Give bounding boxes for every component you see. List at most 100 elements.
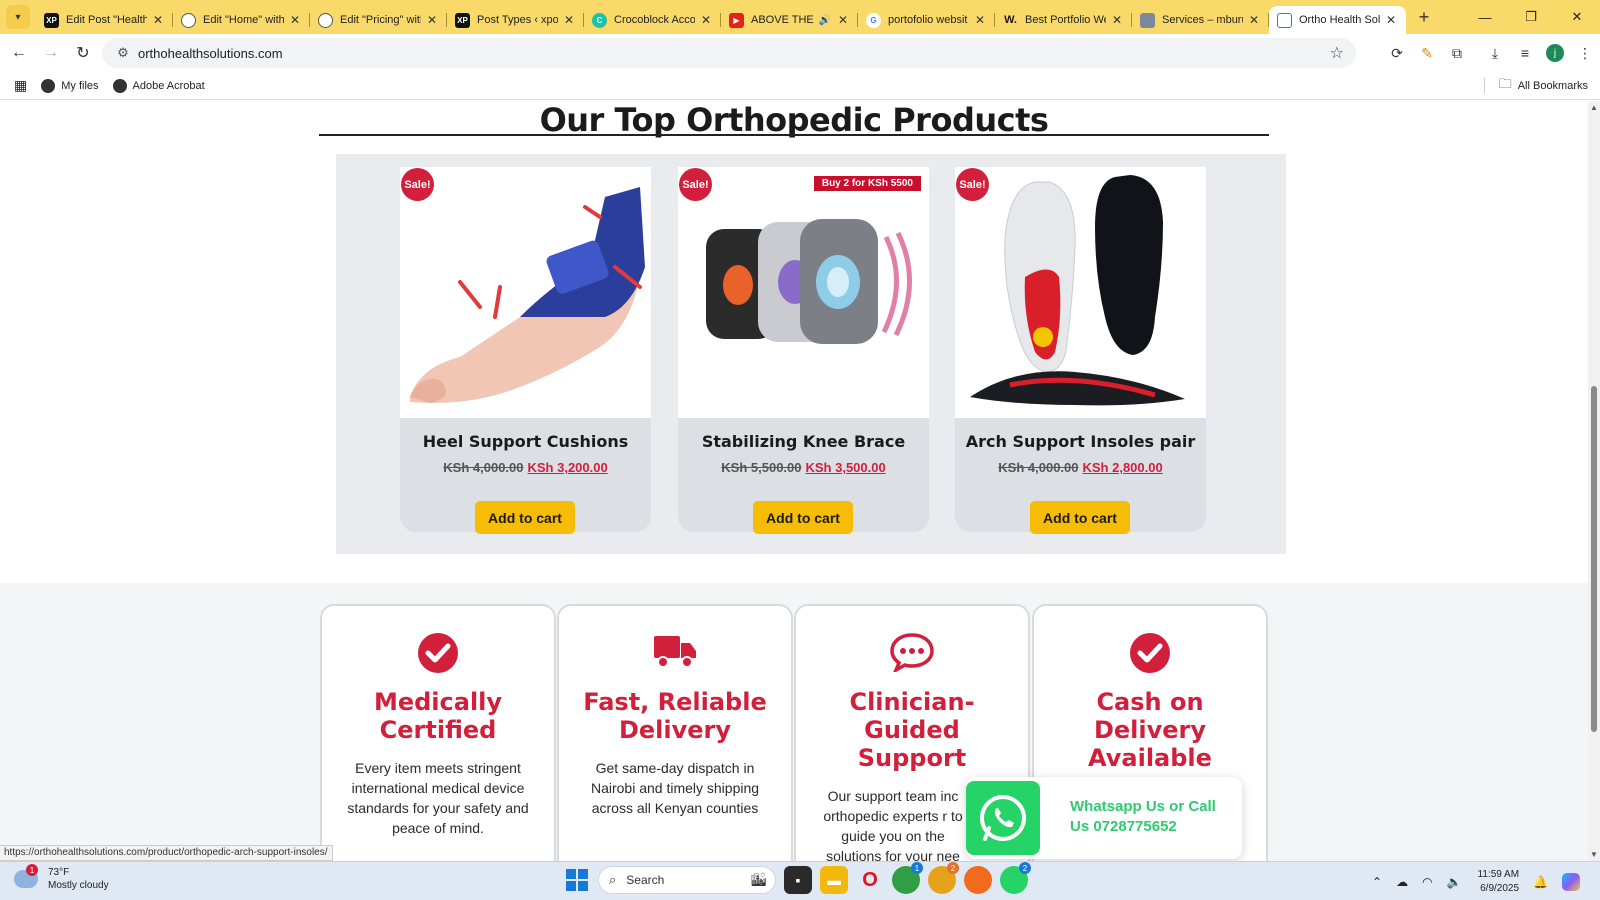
tab-4[interactable]: C Crocoblock Accou ✕ — [584, 6, 721, 34]
scroll-down-icon[interactable]: ▼ — [1590, 850, 1598, 859]
page-scrollbar[interactable]: ▲ ▼ — [1588, 101, 1600, 861]
feature-card-certified: Medically Certified Every item meets str… — [320, 604, 556, 861]
close-icon[interactable]: ✕ — [562, 13, 576, 27]
close-icon[interactable]: ✕ — [1384, 13, 1398, 27]
product-name[interactable]: Arch Support Insoles pair — [955, 432, 1206, 451]
reload-icon[interactable]: ↻ — [68, 38, 98, 68]
close-icon[interactable]: ✕ — [425, 13, 439, 27]
tab-3[interactable]: XP Post Types ‹ xport ✕ — [447, 6, 584, 34]
task-view-icon[interactable]: ▪ — [784, 866, 812, 894]
add-to-cart-button[interactable]: Add to cart — [753, 501, 853, 534]
bookmark-adobe-acrobat[interactable]: Adobe Acrobat — [112, 78, 205, 93]
chevron-up-icon[interactable]: ⌃ — [1372, 875, 1382, 889]
product-image-heel-cushion[interactable] — [400, 167, 651, 418]
bookmark-star-icon[interactable]: ☆ — [1330, 43, 1344, 63]
close-icon[interactable]: ✕ — [151, 13, 165, 27]
back-icon[interactable]: ← — [4, 38, 34, 68]
search-icon: ⌕ — [609, 872, 617, 887]
file-explorer-icon[interactable]: ▬ — [820, 866, 848, 894]
chrome-icon[interactable]: 1 — [892, 862, 923, 894]
product-name[interactable]: Heel Support Cushions — [400, 432, 651, 451]
menu-icon[interactable]: ⋮ — [1570, 38, 1600, 68]
check-circle-icon — [322, 632, 554, 676]
feature-description: Our support team inc orthopedic experts … — [823, 788, 963, 861]
wifi-icon[interactable]: ◠ — [1422, 875, 1432, 889]
close-icon[interactable]: ✕ — [288, 13, 302, 27]
notification-badge: 2 — [1019, 862, 1031, 874]
all-bookmarks[interactable]: 🗀 All Bookmarks — [1483, 75, 1588, 97]
weather-text: 73°F Mostly cloudy — [48, 866, 109, 892]
firefox-icon[interactable] — [964, 866, 992, 894]
media-icon[interactable]: ≡ — [1510, 38, 1540, 68]
notification-badge: 2 — [947, 862, 959, 874]
sync-icon[interactable]: ⟳ — [1382, 38, 1412, 68]
weather-widget[interactable]: 1 73°F Mostly cloudy — [14, 864, 109, 892]
scrollbar-thumb[interactable] — [1591, 386, 1597, 732]
tab-title: Best Portfolio We — [1025, 14, 1106, 26]
close-icon[interactable]: ✕ — [973, 13, 987, 27]
whatsapp-app-icon[interactable]: 2 — [1000, 862, 1031, 894]
link-status-bar: https://orthohealthsolutions.com/product… — [0, 845, 333, 861]
feature-title: Fast, Reliable Delivery — [583, 688, 767, 744]
product-image-knee-brace[interactable] — [678, 167, 929, 418]
minimize-icon[interactable]: — — [1462, 0, 1508, 34]
tab-8[interactable]: Services – mburu ✕ — [1132, 6, 1269, 34]
bookmark-my-files[interactable]: My files — [41, 78, 99, 93]
scroll-up-icon[interactable]: ▲ — [1590, 103, 1598, 112]
feature-title: Clinician-Guided Support — [849, 688, 975, 772]
notification-bell-icon[interactable]: 🔔 — [1533, 875, 1548, 889]
tab-6[interactable]: Gportofolio websit ✕ — [858, 6, 995, 34]
download-icon[interactable]: ⤓ — [1480, 38, 1510, 68]
apps-grid-icon[interactable]: ▦ — [14, 77, 27, 94]
chrome-profile-icon[interactable]: 2 — [928, 862, 959, 894]
windows-start-icon[interactable] — [566, 869, 588, 891]
extensions-icon[interactable]: ⧉ — [1442, 38, 1472, 68]
close-icon[interactable]: ✕ — [1247, 13, 1261, 27]
globe-icon — [318, 12, 333, 28]
url-text[interactable]: orthohealthsolutions.com — [138, 46, 283, 61]
tab-2[interactable]: Edit "Pricing" with ✕ — [310, 6, 447, 34]
sale-badge: Sale! — [679, 168, 712, 201]
new-tab-button[interactable]: + — [1410, 3, 1438, 31]
volume-icon[interactable]: 🔈 — [1447, 875, 1462, 889]
product-image-arch-insoles[interactable] — [955, 167, 1206, 418]
close-icon[interactable]: ✕ — [1110, 13, 1124, 27]
clock[interactable]: 11:59 AM 6/9/2025 — [1478, 868, 1520, 896]
restore-icon[interactable]: ❐ — [1508, 0, 1554, 34]
pen-icon[interactable]: ✎ — [1412, 38, 1442, 68]
tab-title: Ortho Health Solu — [1299, 14, 1380, 26]
old-price: KSh 4,000.00 — [443, 460, 524, 475]
product-name[interactable]: Stabilizing Knee Brace — [678, 432, 929, 451]
youtube-icon: ▶ — [729, 12, 744, 28]
speaker-icon[interactable]: 🔊 — [818, 15, 832, 26]
opera-icon[interactable]: O — [856, 866, 884, 894]
copilot-icon[interactable] — [1562, 872, 1580, 891]
address-bar[interactable]: ⚙ orthohealthsolutions.com ☆ — [102, 38, 1356, 68]
site-info-icon[interactable]: ⚙ — [110, 45, 136, 61]
close-window-icon[interactable]: ✕ — [1554, 0, 1600, 34]
taskbar-search[interactable]: ⌕ Search 🏙 — [598, 866, 776, 894]
tab-5[interactable]: ▶ ABOVE THE LI 🔊 ✕ — [721, 6, 858, 34]
add-to-cart-button[interactable]: Add to cart — [475, 501, 575, 534]
sale-price: KSh 2,800.00 — [1082, 460, 1163, 475]
onedrive-icon[interactable]: ☁ — [1396, 875, 1408, 889]
forward-icon[interactable]: → — [36, 38, 66, 68]
tab-0[interactable]: XP Edit Post "Health P ✕ — [36, 6, 173, 34]
tab-7[interactable]: W. Best Portfolio We ✕ — [995, 6, 1132, 34]
add-to-cart-button[interactable]: Add to cart — [1030, 501, 1130, 534]
tab-9-active[interactable]: Ortho Health Solu ✕ — [1269, 6, 1406, 34]
all-bookmarks-label: All Bookmarks — [1517, 79, 1588, 92]
tab-title: portofolio websit — [888, 14, 968, 26]
close-icon[interactable]: ✕ — [836, 13, 850, 27]
close-icon[interactable]: ✕ — [699, 13, 713, 27]
tab-1[interactable]: Edit "Home" with ✕ — [173, 6, 310, 34]
sale-price: KSh 3,200.00 — [527, 460, 608, 475]
whatsapp-icon[interactable] — [966, 781, 1040, 855]
whatsapp-cta-text[interactable]: Whatsapp Us or Call Us 0728775652 — [1070, 797, 1236, 837]
feature-title: Medically Certified — [373, 688, 503, 744]
feature-description: Get same-day dispatch in Nairobi and tim… — [590, 760, 760, 816]
avatar[interactable]: j — [1546, 44, 1564, 62]
tab-search-button[interactable]: ▾ — [6, 5, 30, 29]
whatsapp-widget[interactable]: Whatsapp Us or Call Us 0728775652 — [966, 777, 1242, 859]
search-highlight-icon: 🏙 — [750, 872, 767, 887]
